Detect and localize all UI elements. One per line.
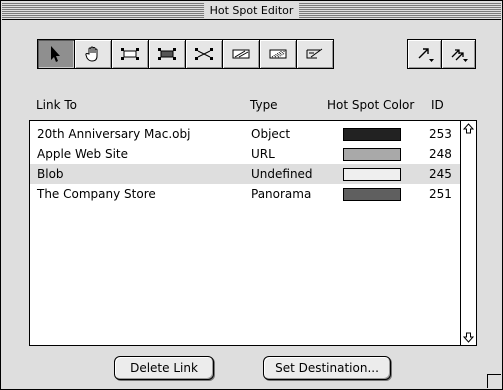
- rect-hotspot-filled-icon: [158, 48, 176, 60]
- double-arrow-menu-button[interactable]: [441, 39, 476, 69]
- rect-hotspot-cross-tool-button[interactable]: [185, 39, 223, 69]
- type-cell: Undefined: [251, 167, 313, 181]
- arrow-tool-palette: [407, 39, 476, 69]
- set-destination-button[interactable]: Set Destination...: [263, 356, 391, 380]
- arrow-tool-button[interactable]: [37, 39, 75, 69]
- id-cell: 251: [429, 187, 452, 201]
- window-title: Hot Spot Editor: [203, 3, 300, 18]
- table-row[interactable]: Apple Web Site URL 248: [30, 144, 460, 164]
- trapezoid-hotspot-dotted-tool-button[interactable]: [259, 39, 297, 69]
- title-bar[interactable]: Hot Spot Editor: [2, 2, 501, 20]
- link-to-cell: Apple Web Site: [37, 147, 128, 161]
- link-to-cell: Blob: [37, 167, 64, 181]
- table-row[interactable]: Blob Undefined 245: [30, 164, 460, 184]
- arrow-pointer-icon: [51, 46, 60, 62]
- trapezoid-hotspot-icon: [232, 49, 250, 59]
- rect-hotspot-filled-tool-button[interactable]: [148, 39, 186, 69]
- type-cell: Panorama: [251, 187, 312, 201]
- hot-spot-color-swatch[interactable]: [343, 148, 401, 161]
- type-cell: URL: [251, 147, 275, 161]
- hot-spot-color-swatch[interactable]: [343, 168, 401, 181]
- id-cell: 245: [429, 167, 452, 181]
- hot-spot-link-list[interactable]: 20th Anniversary Mac.obj Object 253 Appl…: [29, 120, 477, 346]
- rect-hotspot-cross-icon: [195, 48, 213, 60]
- resize-grip-icon[interactable]: [487, 374, 501, 388]
- id-cell: 248: [429, 147, 452, 161]
- tool-palette: [37, 39, 334, 69]
- hot-spot-color-swatch[interactable]: [343, 128, 401, 141]
- hot-spot-editor-window: Hot Spot Editor Link To Type Hot Spot Co…: [0, 0, 503, 390]
- vertical-scrollbar[interactable]: [460, 121, 476, 345]
- column-header-id: ID: [431, 98, 444, 112]
- rect-hotspot-tool-button[interactable]: [111, 39, 149, 69]
- scroll-down-arrow-icon[interactable]: [461, 330, 476, 345]
- link-to-cell: The Company Store: [37, 187, 156, 201]
- diagonal-arrow-menu-button[interactable]: [407, 39, 442, 69]
- link-to-cell: 20th Anniversary Mac.obj: [37, 127, 191, 141]
- table-row[interactable]: The Company Store Panorama 251: [30, 184, 460, 204]
- hot-spot-color-swatch[interactable]: [343, 188, 401, 201]
- type-cell: Object: [251, 127, 291, 141]
- trapezoid-hotspot-edit-icon: [306, 48, 323, 59]
- double-arrow-menu-icon: [451, 49, 468, 62]
- delete-link-button[interactable]: Delete Link: [114, 356, 214, 380]
- table-row[interactable]: 20th Anniversary Mac.obj Object 253: [30, 124, 460, 144]
- id-cell: 253: [429, 127, 452, 141]
- column-header-type: Type: [250, 98, 278, 112]
- scroll-up-arrow-icon[interactable]: [461, 121, 476, 136]
- column-header-link-to: Link To: [36, 98, 78, 112]
- diagonal-arrow-menu-icon: [418, 48, 434, 62]
- trapezoid-hotspot-dotted-icon: [269, 49, 287, 59]
- rect-hotspot-icon: [121, 48, 139, 60]
- trapezoid-hotspot-tool-button[interactable]: [222, 39, 260, 69]
- hand-tool-button[interactable]: [74, 39, 112, 69]
- column-header-hot-spot-color: Hot Spot Color: [327, 98, 415, 112]
- trapezoid-hotspot-edit-tool-button[interactable]: [296, 39, 334, 69]
- hand-icon: [85, 46, 98, 62]
